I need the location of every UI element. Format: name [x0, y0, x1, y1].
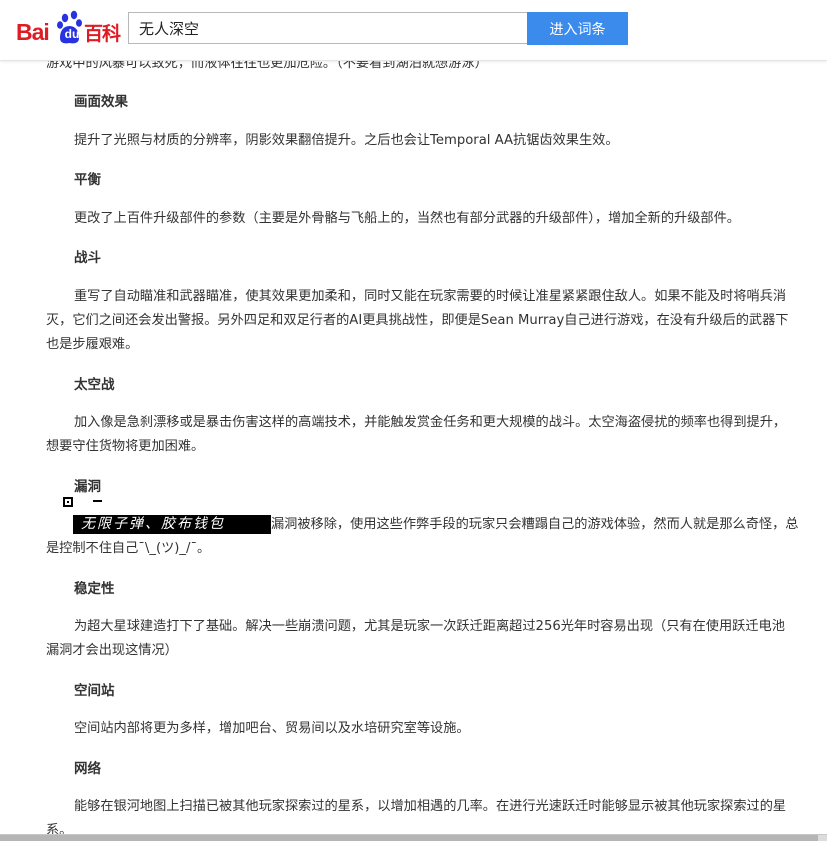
horizontal-scrollbar-thumb[interactable]	[0, 835, 818, 841]
page: 游戏中的风暴可以致死，而液体往往也更加危险。（不要看到湖泊就想游泳） 画面效果 …	[0, 0, 827, 841]
paragraph-stability-line-1: 为超大星球建造打下了基础。解决一些崩溃问题，尤其是玩家一次跃迁距离超过256光年…	[74, 619, 785, 634]
section-heading-combat: 战斗	[74, 250, 101, 266]
overlay-underscore-mark	[93, 500, 102, 502]
baidu-baike-logo[interactable]: Bai du 百科	[16, 8, 122, 48]
paragraph-network-line-1: 能够在银河地图上扫描已被其他玩家探索过的星系，以增加相遇的几率。在进行光速跃迁时…	[74, 799, 787, 814]
logo-baike-text: 百科	[84, 23, 121, 45]
section-heading-graphics: 画面效果	[74, 94, 128, 110]
paragraph-combat-line-1: 重写了自动瞄准和武器瞄准，使其效果更加柔和，同时又能在玩家需要的时候让准星紧紧跟…	[74, 289, 787, 304]
section-heading-exploits: 漏洞	[74, 479, 101, 495]
paragraph-stability-line-2: 漏洞才会出现这情况）	[46, 643, 178, 658]
overlay-square-mark	[63, 497, 73, 507]
search-input[interactable]	[128, 12, 527, 44]
section-heading-stability: 稳定性	[74, 581, 115, 597]
logo-bai-text: Bai	[16, 19, 50, 45]
logo-du-text: du	[64, 27, 80, 41]
section-heading-space-station: 空间站	[74, 683, 115, 699]
paragraph-combat-line-2: 灭，它们之间还会发出警报。另外四足和双足行者的AI更具挑战性，即便是Sean M…	[46, 313, 789, 328]
article-content: 游戏中的风暴可以致死，而液体往往也更加危险。（不要看到湖泊就想游泳） 画面效果 …	[46, 0, 827, 841]
paragraph-balance: 更改了上百件升级部件的参数（主要是外骨骼与飞船上的，当然也有部分武器的升级部件）…	[74, 211, 740, 226]
paragraph-combat-line-3: 也是步履艰难。	[46, 337, 139, 352]
enter-entry-button[interactable]: 进入词条	[527, 12, 628, 45]
section-heading-space-combat: 太空战	[74, 377, 115, 393]
paragraph-space-combat-line-2: 想要守住货物将更加困难。	[46, 439, 205, 454]
paragraph-space-station: 空间站内部将更为多样，增加吧台、贸易间以及水培研究室等设施。	[74, 721, 470, 736]
paragraph-exploits-line-1: 漏洞被移除，使用这些作弊手段的玩家只会糟蹋自己的游戏体验，然而人就是那么奇怪，总	[271, 517, 799, 532]
paragraph-space-combat-line-1: 加入像是急刹漂移或是暴击伤害这样的高端技术，并能触发赏金任务和更大规模的战斗。太…	[74, 415, 787, 430]
header-bar: Bai du 百科 进入词条	[0, 0, 827, 61]
section-heading-network: 网络	[74, 761, 101, 777]
paragraph-graphics: 提升了光照与材质的分辨率，阴影效果翻倍提升。之后也会让Temporal AA抗锯…	[74, 133, 619, 148]
paragraph-exploits-line-2: 是控制不住自己¯\_(ツ)_/¯。	[46, 541, 211, 556]
section-heading-balance: 平衡	[74, 172, 101, 188]
overlay-handwriting-box: 无限子弹、胶布钱包	[73, 515, 271, 534]
